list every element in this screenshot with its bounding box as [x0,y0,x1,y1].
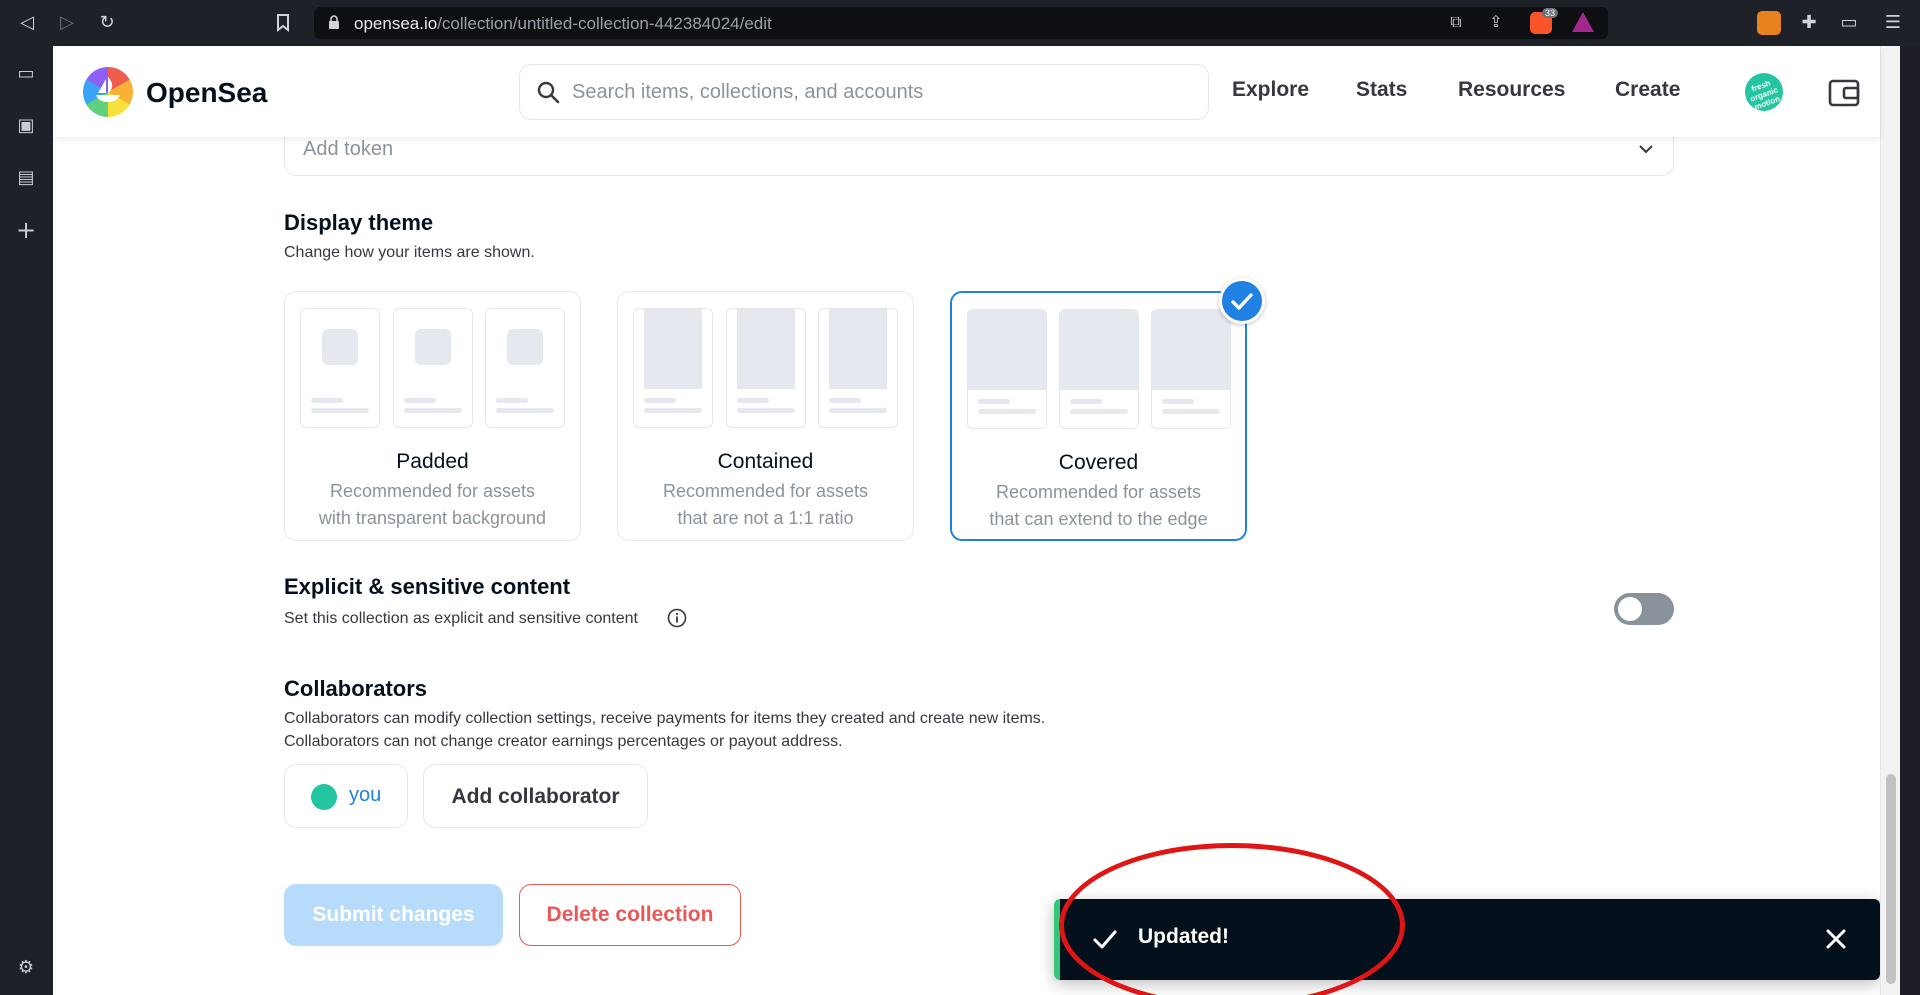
translate-icon[interactable]: ⧉ [1444,11,1468,35]
collaborator-you[interactable]: you [284,764,408,828]
logo-text[interactable]: OpenSea [146,77,267,109]
submit-changes-button[interactable]: Submit changes [284,884,503,946]
explicit-content-title: Explicit & sensitive content [284,574,571,599]
theme-option-title: Padded [396,450,469,473]
nav-create[interactable]: Create [1615,78,1680,102]
explicit-content-description: Set this collection as explicit and sens… [284,610,638,627]
reading-list-icon[interactable]: ▤ [14,166,38,190]
wallet-icon[interactable]: ▣ [14,114,38,138]
theme-option-subtitle: Recommended for assets with transparent b… [318,481,547,528]
toast-message: Updated! [1138,925,1229,948]
close-icon[interactable] [1824,927,1848,951]
preview-tile [300,308,380,428]
wallet-icon[interactable] [1828,79,1860,107]
search-box[interactable] [519,64,1209,120]
forward-icon[interactable]: ▷ [54,10,80,36]
collaborators-description-1: Collaborators can modify collection sett… [284,710,1046,727]
page: OpenSea Explore Stats Resources Create f… [53,46,1900,995]
add-token-placeholder: Add token [303,138,394,160]
video-icon[interactable]: ▭ [14,62,38,86]
theme-option-covered[interactable]: Covered Recommended for assets that can e… [950,278,1265,541]
wallet-browser-icon[interactable]: ▭ [1836,10,1862,36]
preview-tile [393,308,473,428]
collaborators-description-2: Collaborators can not change creator ear… [284,733,843,750]
collaborators-title: Collaborators [284,676,428,701]
preview-tile [633,308,713,428]
theme-option-title: Contained [717,450,814,473]
preview-tile [1151,309,1231,429]
toggle-knob [1618,597,1642,621]
url-text: opensea.io/collection/untitled-collectio… [354,14,772,33]
avatar-label: fresh organic motion [1748,78,1782,111]
collaborator-avatar [311,784,337,810]
browser-toolbar: ◁ ▷ ↻ opensea.io/collection/untitled-col… [0,0,1920,46]
theme-option-subtitle: Recommended for assets that can extend to… [989,482,1208,529]
add-icon[interactable]: + [14,218,38,242]
profile-avatar[interactable]: fresh organic motion [1745,73,1783,111]
theme-option-contained[interactable]: Contained Recommended for assets that are… [617,291,914,541]
address-bar[interactable]: opensea.io/collection/untitled-collectio… [314,7,1608,39]
add-collaborator-label: Add collaborator [451,785,620,808]
ship-icon [96,77,120,102]
reload-icon[interactable]: ↻ [94,10,120,36]
brave-rewards-icon[interactable] [1572,12,1594,32]
check-icon [1093,930,1117,949]
preview-tile [726,308,806,428]
success-toast: Updated! [1054,899,1880,980]
preview-tile [967,309,1047,429]
display-theme-description: Change how your items are shown. [284,244,535,261]
nav-stats[interactable]: Stats [1356,78,1407,102]
opensea-logo[interactable] [83,67,133,117]
back-icon[interactable]: ◁ [14,10,40,36]
chevron-down-icon [1639,145,1653,154]
search-input[interactable] [572,65,1192,119]
theme-option-subtitle: Recommended for assets that are not a 1:1… [662,481,869,528]
display-theme-title: Display theme [284,210,434,235]
nav-explore[interactable]: Explore [1232,78,1309,102]
add-collaborator-button[interactable]: Add collaborator [423,764,648,828]
brave-badge: 33 [1542,8,1559,18]
selected-check-icon [1219,278,1265,324]
settings-icon[interactable]: ⚙ [14,956,38,980]
explicit-content-toggle[interactable] [1614,593,1674,625]
preview-tile [1059,309,1139,429]
preview-tile [485,308,565,428]
extensions-icon[interactable]: ✚ [1796,10,1822,36]
scrollbar-thumb[interactable] [1886,774,1896,984]
page-scrollbar[interactable] [1880,46,1900,995]
search-icon [537,81,560,104]
site-header: OpenSea Explore Stats Resources Create f… [53,46,1880,137]
nav-resources[interactable]: Resources [1458,78,1565,102]
share-icon[interactable]: ⇪ [1484,11,1508,35]
info-icon[interactable] [667,608,687,628]
theme-option-padded[interactable]: Padded Recommended for assets with transp… [284,291,581,541]
browser-sidebar: ▭ ▣ ▤ + ⚙ [0,46,53,995]
brave-shield-icon[interactable]: 33 [1530,8,1559,34]
delete-collection-button[interactable]: Delete collection [519,884,741,946]
metamask-icon[interactable] [1757,11,1781,35]
theme-option-title: Covered [1058,451,1139,474]
collaborator-name: you [349,784,382,806]
menu-icon[interactable]: ☰ [1880,10,1906,36]
preview-tile [818,308,898,428]
lock-icon [329,15,339,29]
bookmark-icon[interactable] [270,10,296,36]
